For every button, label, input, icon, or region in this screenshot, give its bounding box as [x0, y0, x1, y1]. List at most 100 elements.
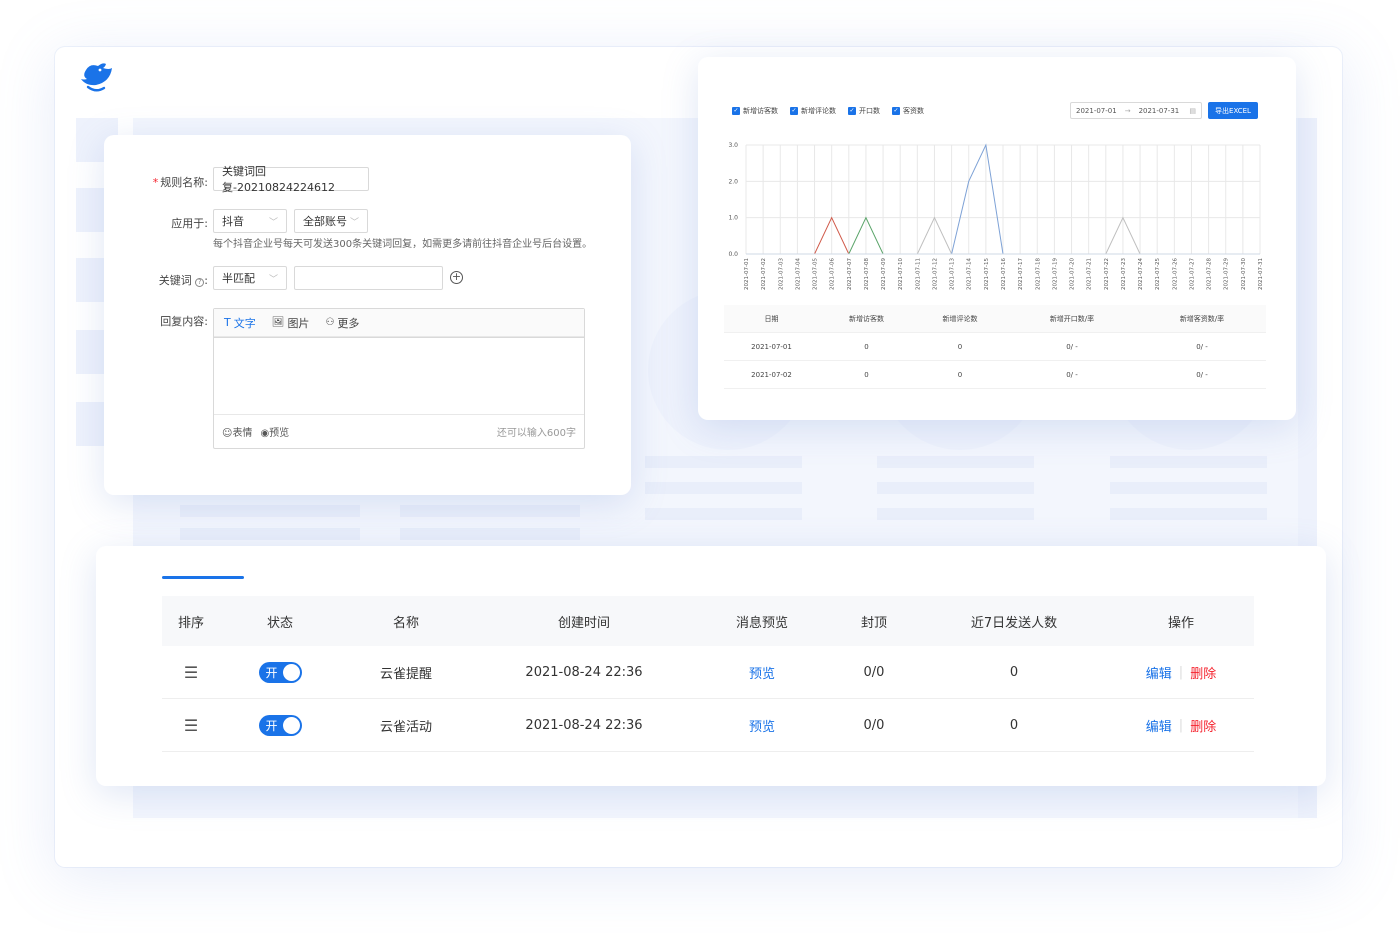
header-cell: 近7日发送人数: [970, 615, 1058, 631]
table-header: 排序 状态 名称 创建时间 消息预览 封顶 近7日发送人数 操作: [162, 596, 1254, 646]
cell: 0/ -: [1196, 342, 1208, 351]
table-row: ☰ 开 云雀活动 2021-08-24 22:36 预览 0/0 0 编辑 | …: [162, 699, 1254, 752]
delete-link[interactable]: 删除: [1190, 663, 1216, 682]
active-tab-indicator: [162, 576, 244, 579]
emoji-button[interactable]: ☺表情: [222, 424, 252, 439]
x-tick-label: 2021-07-23: [1121, 258, 1127, 290]
x-tick-label: 2021-07-25: [1155, 258, 1161, 290]
help-icon[interactable]: ?: [195, 278, 205, 287]
rule-name-input[interactable]: 关键词回复-20210824224612: [213, 165, 369, 194]
x-tick-label: 2021-07-14: [967, 258, 973, 290]
editor-tabs: T 文字 🖼 图片 ⚇ 更多: [214, 309, 584, 337]
cell: 0: [957, 370, 963, 379]
tab-text[interactable]: T 文字: [224, 315, 256, 331]
sent-count: 0: [1009, 717, 1019, 733]
header-cell: 新增开口数/率: [1049, 314, 1095, 323]
x-tick-label: 2021-07-01: [744, 258, 750, 290]
header-cell: 新增客资数/率: [1179, 314, 1225, 323]
x-tick-label: 2021-07-28: [1207, 258, 1213, 290]
edit-link[interactable]: 编辑: [1146, 663, 1172, 682]
x-tick-label: 2021-07-24: [1138, 258, 1144, 290]
x-tick-label: 2021-07-16: [1001, 258, 1007, 290]
rule-form-card: * 规则名称: 关键词回复-20210824224612 应用于: 抖音 ﹀ 全部账…: [104, 135, 631, 495]
bird-logo-icon: [81, 63, 112, 92]
x-tick-label: 2021-07-15: [984, 258, 990, 290]
stats-table-header: 日期 新增访客数 新增评论数 新增开口数/率 新增客资数/率: [724, 305, 1266, 333]
x-tick-label: 2021-07-06: [830, 258, 836, 290]
smile-icon: ☺: [222, 427, 233, 439]
header-cell: 消息预览: [735, 615, 788, 631]
platform-select[interactable]: 抖音 ﹀: [213, 209, 287, 233]
rules-table: 排序 状态 名称 创建时间 消息预览 封顶 近7日发送人数 操作 ☰ 开 云雀提…: [162, 596, 1254, 752]
divider: |: [1178, 664, 1184, 680]
eye-icon: ◉: [260, 427, 270, 439]
x-tick-label: 2021-07-17: [1018, 258, 1024, 290]
cell: 0: [957, 342, 963, 351]
drag-handle-icon[interactable]: ☰: [184, 716, 198, 735]
header-cell: 新增评论数: [942, 314, 978, 323]
status-toggle[interactable]: 开: [258, 714, 302, 736]
status-toggle[interactable]: 开: [258, 661, 302, 683]
x-tick-label: 2021-07-29: [1224, 258, 1230, 290]
x-tick-label: 2021-07-18: [1035, 258, 1041, 290]
cell: 0/ -: [1066, 342, 1078, 351]
header-cell: 名称: [392, 615, 419, 631]
header-cell: 日期: [764, 314, 779, 323]
user-icon: ⚇: [325, 317, 335, 328]
sent-count: 0: [1009, 664, 1019, 680]
stats-table-row: 2021-07-01 0 0 0/ - 0/ -: [724, 333, 1266, 361]
cell: 0: [864, 370, 869, 379]
toggle-knob: [282, 663, 300, 681]
delete-link[interactable]: 删除: [1190, 716, 1216, 735]
cell: 0/ -: [1196, 370, 1208, 379]
x-tick-label: 2021-07-31: [1258, 258, 1264, 290]
created-time: 2021-08-24 22:36: [525, 664, 643, 680]
y-tick-label: 0.0: [728, 251, 738, 258]
preview-link[interactable]: 预览: [696, 716, 828, 735]
cell: 2021-07-01: [751, 342, 792, 351]
tab-image[interactable]: 🖼 图片: [272, 315, 310, 331]
x-tick-label: 2021-07-19: [1052, 258, 1058, 290]
table-row: ☰ 开 云雀提醒 2021-08-24 22:36 预览 0/0 0 编辑 | …: [162, 646, 1254, 699]
x-tick-label: 2021-07-11: [915, 258, 921, 290]
chevron-down-icon: ﹀: [268, 274, 278, 285]
x-tick-label: 2021-07-30: [1241, 258, 1247, 290]
chevron-down-icon: ﹀: [349, 217, 359, 228]
account-select[interactable]: 全部账号 ﹀: [294, 209, 368, 233]
created-time: 2021-08-24 22:36: [525, 717, 643, 733]
editor-footer: ☺表情 ◉预览 还可以输入600字: [214, 414, 584, 448]
x-tick-label: 2021-07-05: [813, 258, 819, 290]
rule-name: 云雀提醒: [379, 666, 432, 682]
preview-button[interactable]: ◉预览: [260, 424, 289, 439]
keyword-input[interactable]: [294, 266, 443, 290]
header-cell: 新增访客数: [849, 314, 884, 323]
x-tick-label: 2021-07-27: [1189, 258, 1195, 290]
x-tick-label: 2021-07-10: [898, 258, 904, 290]
cell: 0: [864, 342, 869, 351]
tab-more[interactable]: ⚇ 更多: [325, 315, 359, 331]
reply-content-label: 回复内容:: [160, 315, 208, 328]
x-tick-label: 2021-07-03: [778, 258, 784, 290]
header-cell: 操作: [1167, 615, 1194, 631]
line-chart: 0.0 1.0 2.0 3.0 2021-07-01 2021-07-02 2021-07-…: [728, 142, 1264, 290]
x-tick-label: 2021-07-08: [864, 258, 870, 290]
rule-name-label: * 规则名称:: [152, 176, 208, 189]
keyword-label: 关键词 ?:: [158, 274, 208, 287]
x-tick-label: 2021-07-09: [881, 258, 887, 290]
add-keyword-icon[interactable]: +: [450, 271, 463, 284]
x-tick-label: 2021-07-21: [1087, 258, 1093, 290]
preview-link[interactable]: 预览: [696, 663, 828, 682]
drag-handle-icon[interactable]: ☰: [184, 663, 198, 682]
header-cell: 排序: [177, 615, 204, 631]
match-type-select[interactable]: 半匹配 ﹀: [213, 266, 287, 290]
image-icon: 🖼: [271, 317, 285, 328]
x-tick-label: 2021-07-04: [795, 258, 801, 290]
stats-table: 日期 新增访客数 新增评论数 新增开口数/率 新增客资数/率 2021-07-0…: [724, 305, 1266, 389]
cell: 0/ -: [1066, 370, 1078, 379]
reply-textarea[interactable]: [214, 337, 584, 415]
stats-chart-card: ✓ 新增访客数 ✓ 新增评论数 ✓ 开口数 ✓ 客资数 2021-07-01 → 202…: [698, 57, 1296, 420]
apply-hint: 每个抖音企业号每天可发送300条关键词回复，如需更多请前往抖音企业号后台设置。: [213, 239, 593, 250]
edit-link[interactable]: 编辑: [1146, 716, 1172, 735]
header-cell: 创建时间: [557, 615, 610, 631]
remaining-chars: 还可以输入600字: [496, 427, 576, 439]
